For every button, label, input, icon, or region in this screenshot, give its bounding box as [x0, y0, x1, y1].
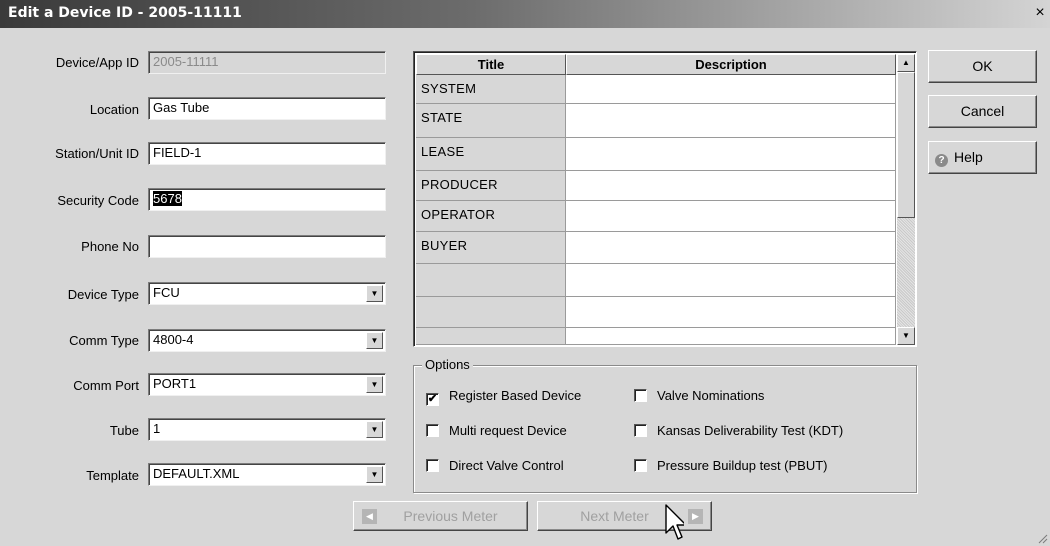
- grid-cell-description[interactable]: [566, 328, 896, 345]
- grid-cell-description[interactable]: [566, 138, 896, 171]
- grid-cell-title[interactable]: [416, 264, 566, 297]
- grid-cell-title[interactable]: SYSTEM: [416, 75, 566, 104]
- grid-cell-title[interactable]: [416, 328, 566, 345]
- grid-cell-title[interactable]: OPERATOR: [416, 201, 566, 232]
- mouse-cursor-icon: [665, 504, 684, 540]
- phone-no-label: Phone No: [81, 239, 139, 254]
- help-button-label: Help: [954, 149, 983, 165]
- grid-cell-description[interactable]: [566, 104, 896, 138]
- ok-button[interactable]: OK: [928, 50, 1037, 83]
- grid-cell-title[interactable]: STATE: [416, 104, 566, 138]
- template-value: DEFAULT.XML: [153, 466, 240, 481]
- security-code-field[interactable]: 5678: [148, 188, 386, 211]
- register-based-device-option[interactable]: ✔ Register Based Device: [426, 388, 581, 406]
- register-based-device-checkbox[interactable]: ✔: [426, 393, 439, 406]
- pressure-buildup-test-option[interactable]: Pressure Buildup test (PBUT): [634, 458, 828, 473]
- chevron-down-icon[interactable]: ▼: [366, 421, 383, 438]
- grid-cell-title[interactable]: PRODUCER: [416, 171, 566, 201]
- valve-nominations-option[interactable]: Valve Nominations: [634, 388, 764, 403]
- register-based-device-label: Register Based Device: [449, 388, 582, 403]
- grid-cell-description[interactable]: [566, 75, 896, 104]
- next-meter-label: Next Meter: [580, 508, 649, 524]
- grid-cell-description[interactable]: [566, 201, 896, 232]
- comm-type-value: 4800-4: [153, 332, 194, 347]
- direct-valve-control-label: Direct Valve Control: [449, 458, 564, 473]
- kansas-deliverability-test-checkbox[interactable]: [634, 424, 647, 437]
- grid-cell-description[interactable]: [566, 232, 896, 264]
- grid-cell-title[interactable]: [416, 297, 566, 328]
- template-select[interactable]: DEFAULT.XML ▼: [148, 463, 386, 486]
- grid-header-description[interactable]: Description: [566, 54, 896, 75]
- multi-request-device-label: Multi request Device: [449, 423, 567, 438]
- comm-type-select[interactable]: 4800-4 ▼: [148, 329, 386, 352]
- grid-cell-description[interactable]: [566, 297, 896, 328]
- device-type-label: Device Type: [67, 287, 139, 302]
- next-meter-button[interactable]: Next Meter ▶: [537, 501, 712, 531]
- kansas-deliverability-test-label: Kansas Deliverability Test (KDT): [657, 423, 844, 438]
- close-icon[interactable]: ×: [1032, 4, 1048, 22]
- security-code-value: 5678: [153, 191, 182, 206]
- device-type-value: FCU: [153, 285, 180, 300]
- scroll-down-icon[interactable]: ▼: [897, 327, 915, 345]
- scroll-up-icon[interactable]: ▲: [897, 54, 915, 72]
- help-button[interactable]: ? Help: [928, 141, 1037, 174]
- security-code-label: Security Code: [57, 193, 139, 208]
- previous-meter-label: Previous Meter: [403, 508, 498, 524]
- template-label: Template: [86, 468, 139, 483]
- device-app-id-label: Device/App ID: [55, 55, 139, 70]
- grid-cell-description[interactable]: [566, 171, 896, 201]
- pressure-buildup-test-label: Pressure Buildup test (PBUT): [657, 458, 828, 473]
- comm-type-label: Comm Type: [69, 333, 139, 348]
- tube-label: Tube: [109, 423, 139, 438]
- options-legend: Options: [422, 357, 473, 372]
- valve-nominations-label: Valve Nominations: [657, 388, 765, 403]
- phone-no-field[interactable]: [148, 235, 386, 258]
- chevron-down-icon[interactable]: ▼: [366, 332, 383, 349]
- station-unit-id-label: Station/Unit ID: [55, 146, 139, 161]
- device-app-id-field: 2005-11111: [148, 51, 386, 74]
- multi-request-device-checkbox[interactable]: [426, 424, 439, 437]
- tube-value: 1: [153, 421, 161, 436]
- grid-cell-title[interactable]: BUYER: [416, 232, 566, 264]
- chevron-down-icon[interactable]: ▼: [366, 285, 383, 302]
- grid-scrollbar[interactable]: ▲ ▼: [897, 54, 915, 345]
- chevron-down-icon[interactable]: ▼: [366, 376, 383, 393]
- location-label: Location: [89, 102, 139, 117]
- direct-valve-control-option[interactable]: Direct Valve Control: [426, 458, 564, 473]
- cancel-button[interactable]: Cancel: [928, 95, 1037, 128]
- comm-port-label: Comm Port: [73, 378, 139, 393]
- title-bar: Edit a Device ID - 2005-11111 ×: [0, 0, 1050, 28]
- options-group: Options ✔ Register Based Device Valve Nom…: [413, 357, 917, 493]
- grid-header-title[interactable]: Title: [416, 54, 566, 75]
- comm-port-select[interactable]: PORT1 ▼: [148, 373, 386, 396]
- location-field[interactable]: Gas Tube: [148, 97, 386, 120]
- chevron-down-icon[interactable]: ▼: [366, 466, 383, 483]
- tube-select[interactable]: 1 ▼: [148, 418, 386, 441]
- arrow-right-icon: ▶: [688, 509, 703, 524]
- station-unit-id-field[interactable]: FIELD-1: [148, 142, 386, 165]
- comm-port-value: PORT1: [153, 376, 197, 391]
- kansas-deliverability-test-option[interactable]: Kansas Deliverability Test (KDT): [634, 423, 843, 438]
- scrollbar-thumb[interactable]: [897, 72, 915, 218]
- direct-valve-control-checkbox[interactable]: [426, 459, 439, 472]
- multi-request-device-option[interactable]: Multi request Device: [426, 423, 567, 438]
- device-type-select[interactable]: FCU ▼: [148, 282, 386, 305]
- resize-grip-icon[interactable]: [1036, 532, 1048, 544]
- help-icon: ?: [935, 154, 948, 167]
- window-title: Edit a Device ID - 2005-11111: [8, 5, 242, 21]
- grid-cell-title[interactable]: LEASE: [416, 138, 566, 171]
- title-description-grid[interactable]: Title Description SYSTEM STATE LEASE PRO…: [413, 51, 917, 347]
- grid-cell-description[interactable]: [566, 264, 896, 297]
- valve-nominations-checkbox[interactable]: [634, 389, 647, 402]
- previous-meter-button[interactable]: ◀ Previous Meter: [353, 501, 528, 531]
- arrow-left-icon: ◀: [362, 509, 377, 524]
- pressure-buildup-test-checkbox[interactable]: [634, 459, 647, 472]
